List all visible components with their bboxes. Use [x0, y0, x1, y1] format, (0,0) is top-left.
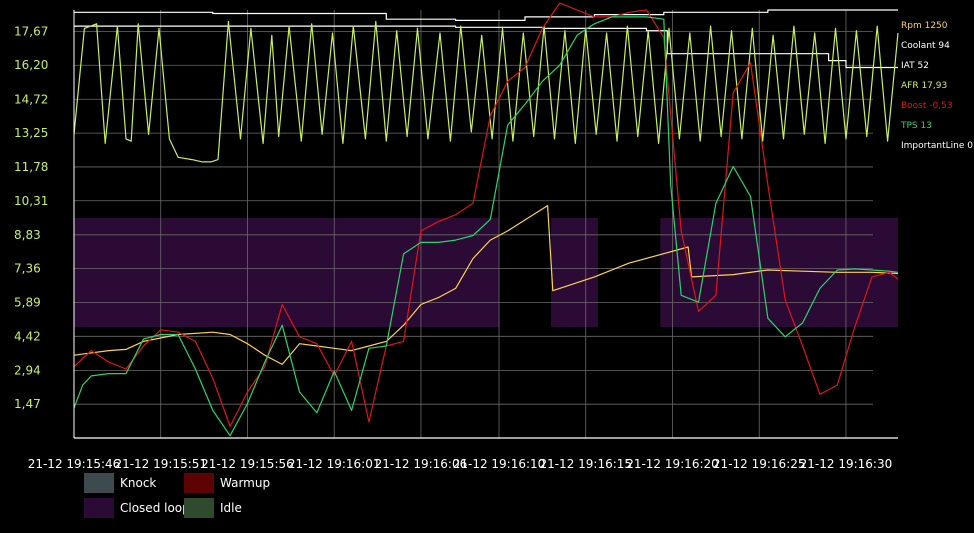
closed-loop-band	[74, 218, 500, 327]
x-tick-label: 21-12 19:16:10	[453, 457, 546, 471]
idle-swatch	[184, 498, 214, 518]
series-line-coolant	[74, 9, 898, 21]
knock-swatch	[84, 473, 114, 493]
series-readout: ImportantLine 0	[901, 141, 973, 151]
y-tick-label: 7,36	[14, 262, 41, 276]
y-tick-label: 17,67	[14, 24, 48, 38]
legend-item-idle: Idle	[184, 497, 242, 519]
x-tick-labels: 21-12 19:15:4621-12 19:15:5121-12 19:15:…	[28, 457, 893, 471]
series-readout: TPS 13	[900, 121, 932, 131]
legend-item-knock: Knock	[84, 472, 156, 494]
y-tick-label: 11,78	[14, 160, 48, 174]
legend-label: Closed loop	[120, 501, 190, 515]
y-tick-label: 5,89	[14, 295, 41, 309]
legend-label: Knock	[120, 476, 157, 490]
y-tick-label: 4,42	[14, 329, 41, 343]
y-tick-label: 16,20	[14, 58, 48, 72]
y-tick-label: 8,83	[14, 228, 41, 242]
series-readout: Boost -0,53	[901, 101, 953, 111]
y-tick-label: 10,31	[14, 194, 48, 208]
series-line-boost	[73, 2, 899, 428]
series-readout: Rpm 1250	[901, 21, 948, 31]
y-tick-labels: 17,67 16,20 14,72 13,25 11,78 10,31 8,83 7,36 5,…	[14, 24, 48, 411]
x-tick-label: 21-12 19:16:01	[288, 457, 381, 471]
y-tick-label: 14,72	[14, 92, 48, 106]
engine-log-chart: 17,67 16,20 14,72 13,25 11,78 10,31 8,83 7,36 5,…	[14, 2, 973, 471]
y-tick-label: 1,47	[14, 397, 41, 411]
series-line-afr	[73, 20, 899, 163]
warmup-swatch	[184, 473, 214, 493]
series-readout: IAT 52	[901, 61, 929, 71]
legend-item-warmup: Warmup	[184, 472, 270, 494]
x-tick-label: 21-12 19:15:51	[114, 457, 207, 471]
series-readout: Coolant 94	[901, 41, 950, 51]
x-tick-label: 21-12 19:16:20	[626, 457, 719, 471]
legend-label: Idle	[220, 501, 242, 515]
x-tick-label: 21-12 19:16:25	[713, 457, 806, 471]
x-tick-label: 21-12 19:15:46	[28, 457, 121, 471]
x-tick-label: 21-12 19:16:30	[800, 457, 893, 471]
closed-loop-band	[551, 218, 598, 327]
legend: Knock Warmup Closed loop Idle	[84, 472, 344, 522]
closed-loop-bands	[74, 218, 898, 327]
legend-item-closed-loop: Closed loop	[84, 497, 190, 519]
closed-loop-swatch	[84, 498, 114, 518]
y-tick-label: 2,94	[14, 363, 41, 377]
y-tick-label: 13,25	[14, 126, 48, 140]
x-tick-label: 21-12 19:16:15	[539, 457, 632, 471]
legend-label: Warmup	[220, 476, 271, 490]
series-readout: AFR 17,93	[901, 81, 947, 91]
x-tick-label: 21-12 19:15:56	[201, 457, 294, 471]
series-readout-list: Rpm 1250 Coolant 94 IAT 52 AFR 17,93 Boost -…	[900, 21, 973, 151]
